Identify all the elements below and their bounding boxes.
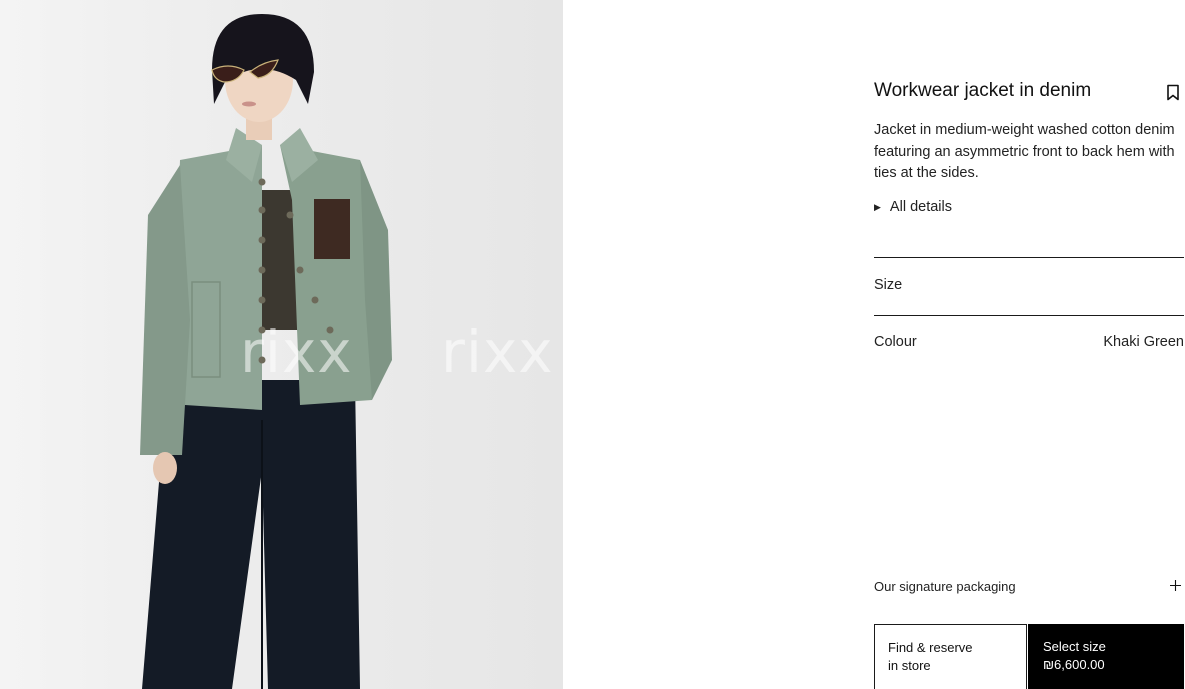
product-description: Jacket in medium-weight washed cotton de… [874,122,1175,181]
select-size-label: Select size [1043,639,1106,654]
find-store-label: Find & reserve [888,640,973,655]
colour-row: Colour Khaki Green [874,333,1184,355]
size-label: Size [874,277,903,293]
packaging-accordion[interactable]: Our signature packaging [874,577,1184,597]
product-title: Workwear jacket in denim [874,80,1092,101]
product-image[interactable]: rixx rixx [0,0,563,689]
find-in-store-button[interactable]: Find & reserve in store [874,624,1027,689]
size-selector[interactable]: Size [874,258,1184,315]
triangle-right-icon: ▶ [874,202,881,212]
price: ₪6,600.00 [1043,657,1105,672]
purchase-actions: Find & reserve in store Select size ₪6,6… [874,624,1184,689]
bookmark-icon[interactable] [1166,84,1180,101]
divider [874,315,1184,316]
all-details-label: All details [889,199,952,215]
colour-label: Colour [874,334,917,350]
packaging-label: Our signature packaging [874,579,1016,594]
all-details-toggle[interactable]: ▶ All details [874,199,952,215]
product-page: rixx rixx Workwear jacket in denim Jacke… [0,0,1185,689]
select-size-button[interactable]: Select size ₪6,600.00 [1028,624,1184,689]
colour-value: Khaki Green [1103,334,1184,350]
find-store-label: in store [888,658,931,673]
watermark-text: rixx [240,318,353,386]
plus-icon [1170,580,1181,591]
product-details-panel: Workwear jacket in denim Jacket in mediu… [874,0,1184,689]
watermark-text: rixx [441,318,554,386]
